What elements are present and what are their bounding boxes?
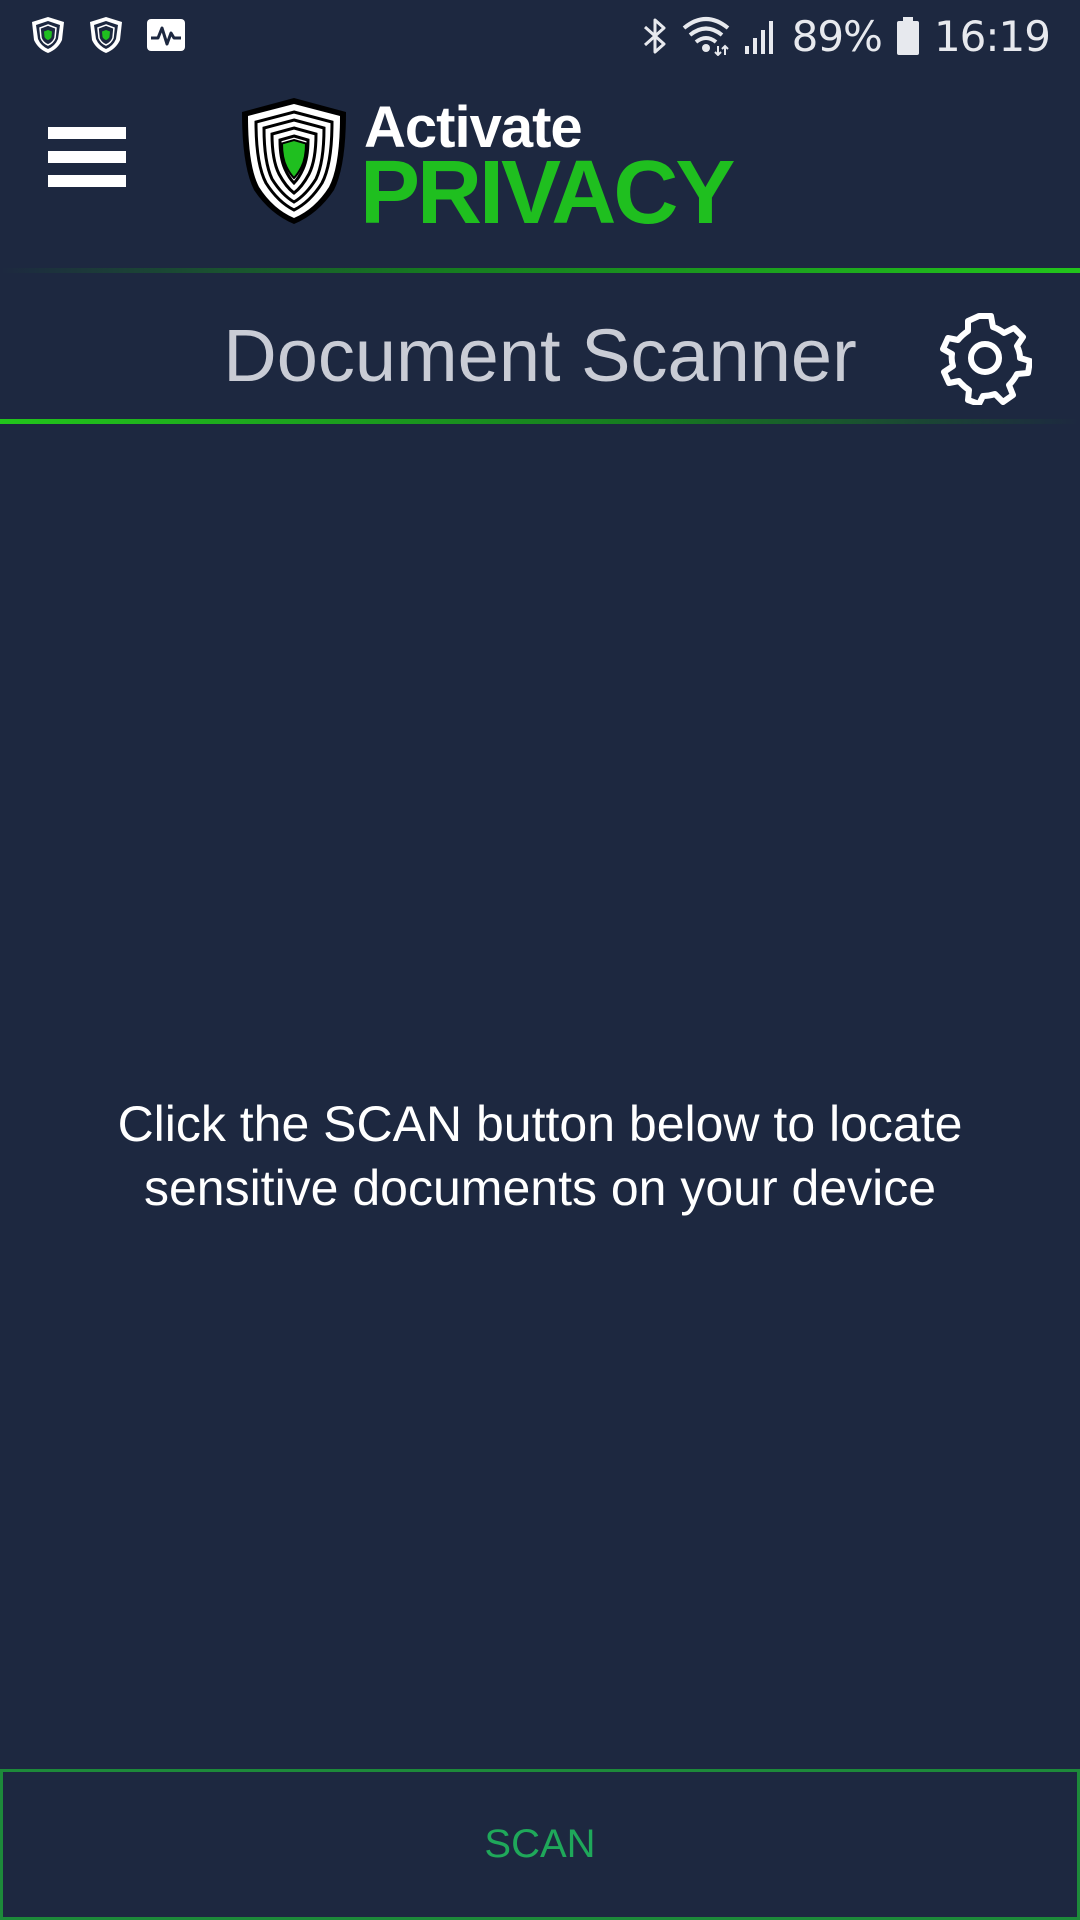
clock: 16:19 [933, 11, 1051, 61]
scan-button[interactable]: SCAN [0, 1769, 1080, 1920]
instruction-line-2: sensitive documents on your device [143, 1160, 937, 1216]
title-bar: Document Scanner [0, 273, 1080, 419]
signal-icon [744, 21, 773, 54]
hamburger-menu-icon[interactable] [48, 127, 126, 187]
title-divider [0, 419, 1080, 424]
gear-icon[interactable] [938, 311, 1032, 405]
app-screen: 89% 16:19 Activate PRIVACY Document Scan… [0, 0, 1080, 1920]
activity-monitor-icon [147, 19, 185, 51]
wifi-icon [682, 17, 729, 56]
bluetooth-icon [643, 18, 666, 54]
instruction-text: Click the SCAN button below to locate se… [40, 1092, 1040, 1220]
page-title: Document Scanner [223, 314, 857, 397]
logo-word-privacy: PRIVACY [360, 143, 735, 243]
shield-app-icon [90, 17, 122, 53]
status-bar: 89% 16:19 [0, 0, 1080, 72]
battery-icon [896, 17, 919, 55]
shield-app-icon [32, 17, 64, 53]
system-status: 89% 16:19 [642, 10, 1051, 62]
app-header: Activate PRIVACY [0, 72, 1080, 267]
battery-percent: 89% [791, 11, 883, 61]
notification-icons [30, 16, 186, 54]
app-logo: Activate PRIVACY [240, 95, 740, 246]
instruction-line-1: Click the SCAN button below to locate [117, 1096, 963, 1152]
fingerprint-shield-icon [242, 98, 346, 224]
scan-button-label: SCAN [484, 1822, 596, 1866]
